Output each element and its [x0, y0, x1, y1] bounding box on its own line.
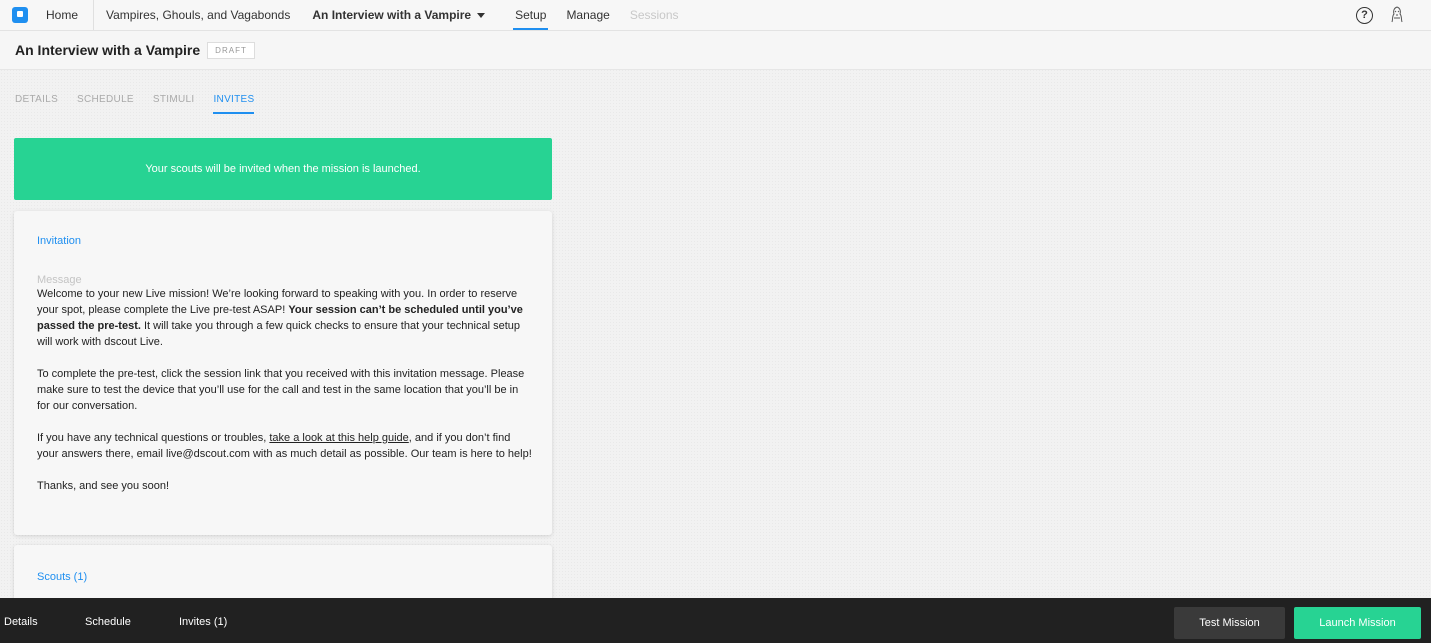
mission-header: An Interview with a Vampire DRAFT: [0, 31, 1431, 70]
top-nav: Home Vampires, Ghouls, and Vagabonds An …: [0, 0, 1431, 31]
nav-mission-dropdown[interactable]: An Interview with a Vampire: [302, 0, 505, 30]
message-text: If you have any technical questions or t…: [37, 432, 270, 444]
help-icon[interactable]: ?: [1356, 6, 1373, 24]
help-guide-link[interactable]: take a look at this help guide: [269, 432, 408, 444]
avatar-icon[interactable]: [1389, 6, 1405, 24]
message-paragraph: Thanks, and see you soon!: [37, 480, 170, 492]
invitation-title[interactable]: Invitation: [37, 235, 529, 247]
invitation-card: Invitation Message Welcome to your new L…: [14, 211, 552, 535]
scouts-card: Scouts (1): [14, 545, 552, 605]
page-title: An Interview with a Vampire: [15, 42, 201, 58]
tab-invites[interactable]: INVITES: [213, 94, 255, 114]
message-paragraph: Welcome to your new Live mission! We’re …: [37, 286, 533, 350]
message-paragraph: If you have any technical questions or t…: [37, 430, 533, 462]
test-mission-button[interactable]: Test Mission: [1174, 607, 1285, 639]
message-paragraph: To complete the pre-test, click the sess…: [37, 368, 525, 412]
nav-manage[interactable]: Manage: [556, 0, 619, 30]
launch-mission-button[interactable]: Launch Mission: [1294, 607, 1421, 639]
bottom-link-schedule[interactable]: Schedule: [85, 616, 131, 628]
dscout-logo-icon[interactable]: [0, 0, 40, 30]
tab-schedule[interactable]: SCHEDULE: [77, 94, 134, 114]
setup-tabs: DETAILS SCHEDULE STIMULI INVITES: [15, 94, 255, 114]
nav-project[interactable]: Vampires, Ghouls, and Vagabonds: [94, 0, 302, 30]
message-label: Message: [37, 274, 82, 286]
caret-down-icon: [477, 12, 486, 18]
nav-sessions: Sessions: [629, 8, 679, 22]
bottom-link-details[interactable]: Details: [4, 616, 38, 628]
nav-setup[interactable]: Setup: [505, 0, 556, 30]
nav-mission-label: An Interview with a Vampire: [312, 8, 472, 22]
status-badge: DRAFT: [207, 41, 255, 59]
bottom-bar: Details Schedule Invites (1) Test Missio…: [0, 598, 1431, 643]
scouts-title[interactable]: Scouts (1): [37, 571, 529, 583]
bottom-link-invites[interactable]: Invites (1): [179, 616, 227, 628]
tab-details[interactable]: DETAILS: [15, 94, 58, 114]
tab-stimuli[interactable]: STIMULI: [153, 94, 195, 114]
message-body: Welcome to your new Live mission! We’re …: [37, 286, 533, 494]
nav-home[interactable]: Home: [40, 0, 95, 30]
launch-info-banner: Your scouts will be invited when the mis…: [14, 138, 552, 200]
